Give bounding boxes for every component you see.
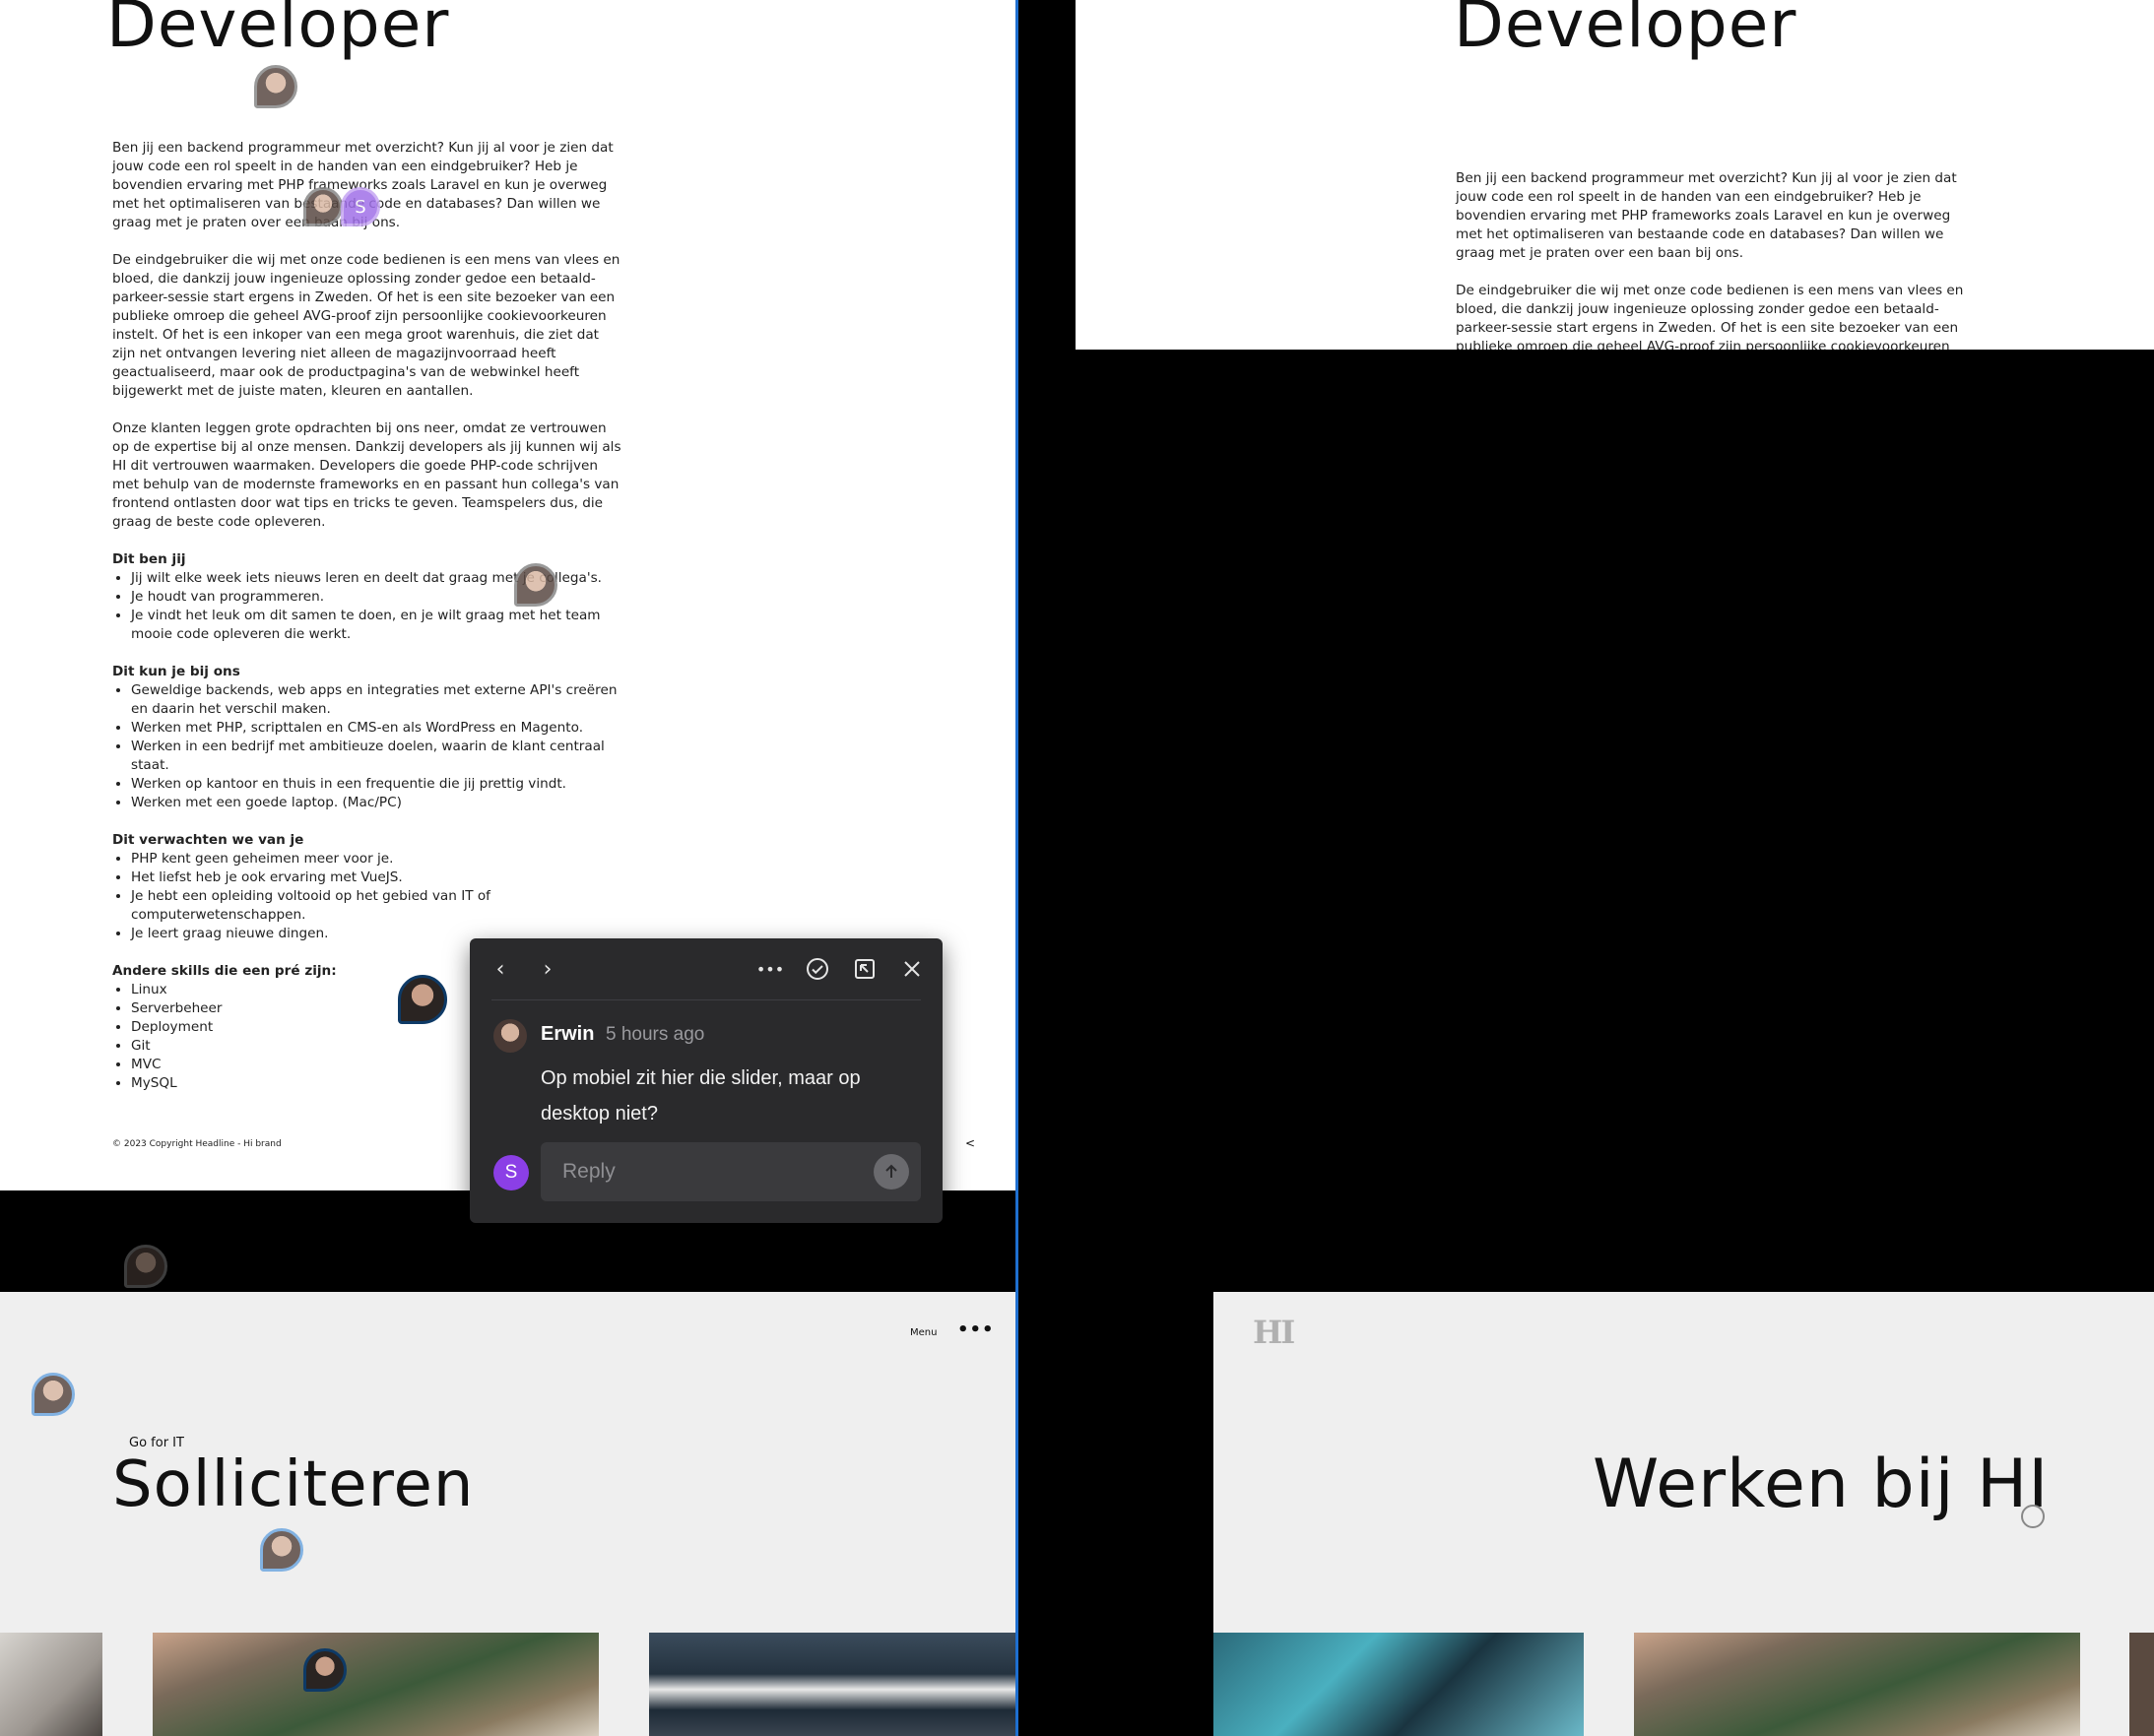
slider-photo[interactable] <box>0 1633 102 1736</box>
menu-link[interactable]: Menu <box>910 1327 937 1338</box>
list-item: Werken in een bedrijf met ambitieuze doe… <box>131 738 624 775</box>
slider-photo[interactable] <box>2129 1633 2154 1736</box>
hi-logo[interactable]: HI <box>1253 1314 1295 1351</box>
cursor-circle-icon <box>2021 1505 2045 1528</box>
comment-pin-avatar[interactable] <box>303 1648 347 1692</box>
comment-author: Erwin <box>541 1023 595 1045</box>
section-title: Solliciteren <box>112 1448 475 1521</box>
share-icon[interactable]: < <box>965 1136 975 1150</box>
section-heading: Dit verwachten we van je <box>112 832 304 848</box>
comment-pin-avatar[interactable] <box>514 563 557 607</box>
page-title: Developer <box>106 0 450 62</box>
comment-popup: ‹ › ••• Erwin 5 hours ago Op mobiel zit … <box>470 938 943 1223</box>
section-heading: Dit kun je bij ons <box>112 664 240 679</box>
bullet-list: PHP kent geen geheimen meer voor je. Het… <box>112 850 624 943</box>
footer-copyright: © 2023 Copyright Headline - Hi brand <box>112 1139 282 1149</box>
comment-pin-avatar-active[interactable] <box>398 975 447 1024</box>
comment-pin-avatar[interactable]: S <box>341 187 380 226</box>
comment-pin-avatar[interactable] <box>260 1528 303 1572</box>
page-title: Developer <box>1454 0 1797 62</box>
list-item: Geweldige backends, web apps en integrat… <box>131 681 624 719</box>
divider <box>491 999 921 1000</box>
reply-input[interactable] <box>562 1160 858 1184</box>
comment-body: Op mobiel zit hier die slider, maar op d… <box>541 1067 861 1125</box>
reply-box <box>541 1142 921 1201</box>
list-item: Werken met een goede laptop. (Mac/PC) <box>131 794 624 812</box>
comment-pin-avatar[interactable] <box>124 1245 167 1288</box>
page-frame-right-top: Developer Ben jij een backend programmeu… <box>1076 0 2154 350</box>
comment-pin-avatar[interactable] <box>254 65 297 108</box>
bullet-list: Geweldige backends, web apps en integrat… <box>112 681 624 812</box>
job-description: Ben jij een backend programmeur met over… <box>1456 169 1968 350</box>
more-horizontal-icon[interactable]: ••• <box>957 1319 995 1340</box>
list-item: PHP kent geen geheimen meer voor je. <box>131 850 624 868</box>
comment-toolbar: ‹ › ••• <box>470 938 943 999</box>
avatar <box>493 1019 527 1053</box>
paragraph: Onze klanten leggen grote opdrachten bij… <box>112 420 621 530</box>
list-item: Je vindt het leuk om dit samen te doen, … <box>131 607 624 644</box>
send-button[interactable] <box>874 1154 909 1189</box>
slider-photo[interactable] <box>153 1633 599 1736</box>
open-external-icon[interactable] <box>850 954 880 984</box>
section-title: Werken bij HI <box>1593 1446 2050 1523</box>
page-frame-left-bottom: Menu ••• Go for IT Solliciteren <box>0 1292 1015 1736</box>
slider-photo[interactable] <box>1213 1633 1584 1736</box>
list-item: Je hebt een opleiding voltooid op het ge… <box>131 887 624 925</box>
chevron-left-icon[interactable]: ‹ <box>486 954 515 984</box>
list-item: Het liefst heb je ook ervaring met VueJS… <box>131 868 624 887</box>
paragraph: De eindgebruiker die wij met onze code b… <box>112 252 620 399</box>
split-divider[interactable] <box>1015 0 1018 1736</box>
paragraph: Ben jij een backend programmeur met over… <box>1456 170 1957 261</box>
comment-timestamp: 5 hours ago <box>606 1024 705 1045</box>
more-horizontal-icon[interactable]: ••• <box>755 954 785 984</box>
close-icon[interactable] <box>897 954 927 984</box>
check-circle-icon[interactable] <box>803 954 832 984</box>
page-frame-right-bottom: HI Werken bij HI <box>1213 1292 2154 1736</box>
slider-photo[interactable] <box>649 1633 1015 1736</box>
arrow-up-icon <box>885 1164 897 1178</box>
slider-photo[interactable] <box>1634 1633 2080 1736</box>
list-item: Werken op kantoor en thuis in een freque… <box>131 775 624 794</box>
chevron-right-icon[interactable]: › <box>533 954 562 984</box>
comment-pin-avatar[interactable] <box>32 1373 75 1416</box>
avatar: S <box>493 1155 529 1190</box>
paragraph: De eindgebruiker die wij met onze code b… <box>1456 283 1964 350</box>
comment-pin-avatar[interactable] <box>303 187 343 226</box>
list-item: Werken met PHP, scripttalen en CMS-en al… <box>131 719 624 738</box>
